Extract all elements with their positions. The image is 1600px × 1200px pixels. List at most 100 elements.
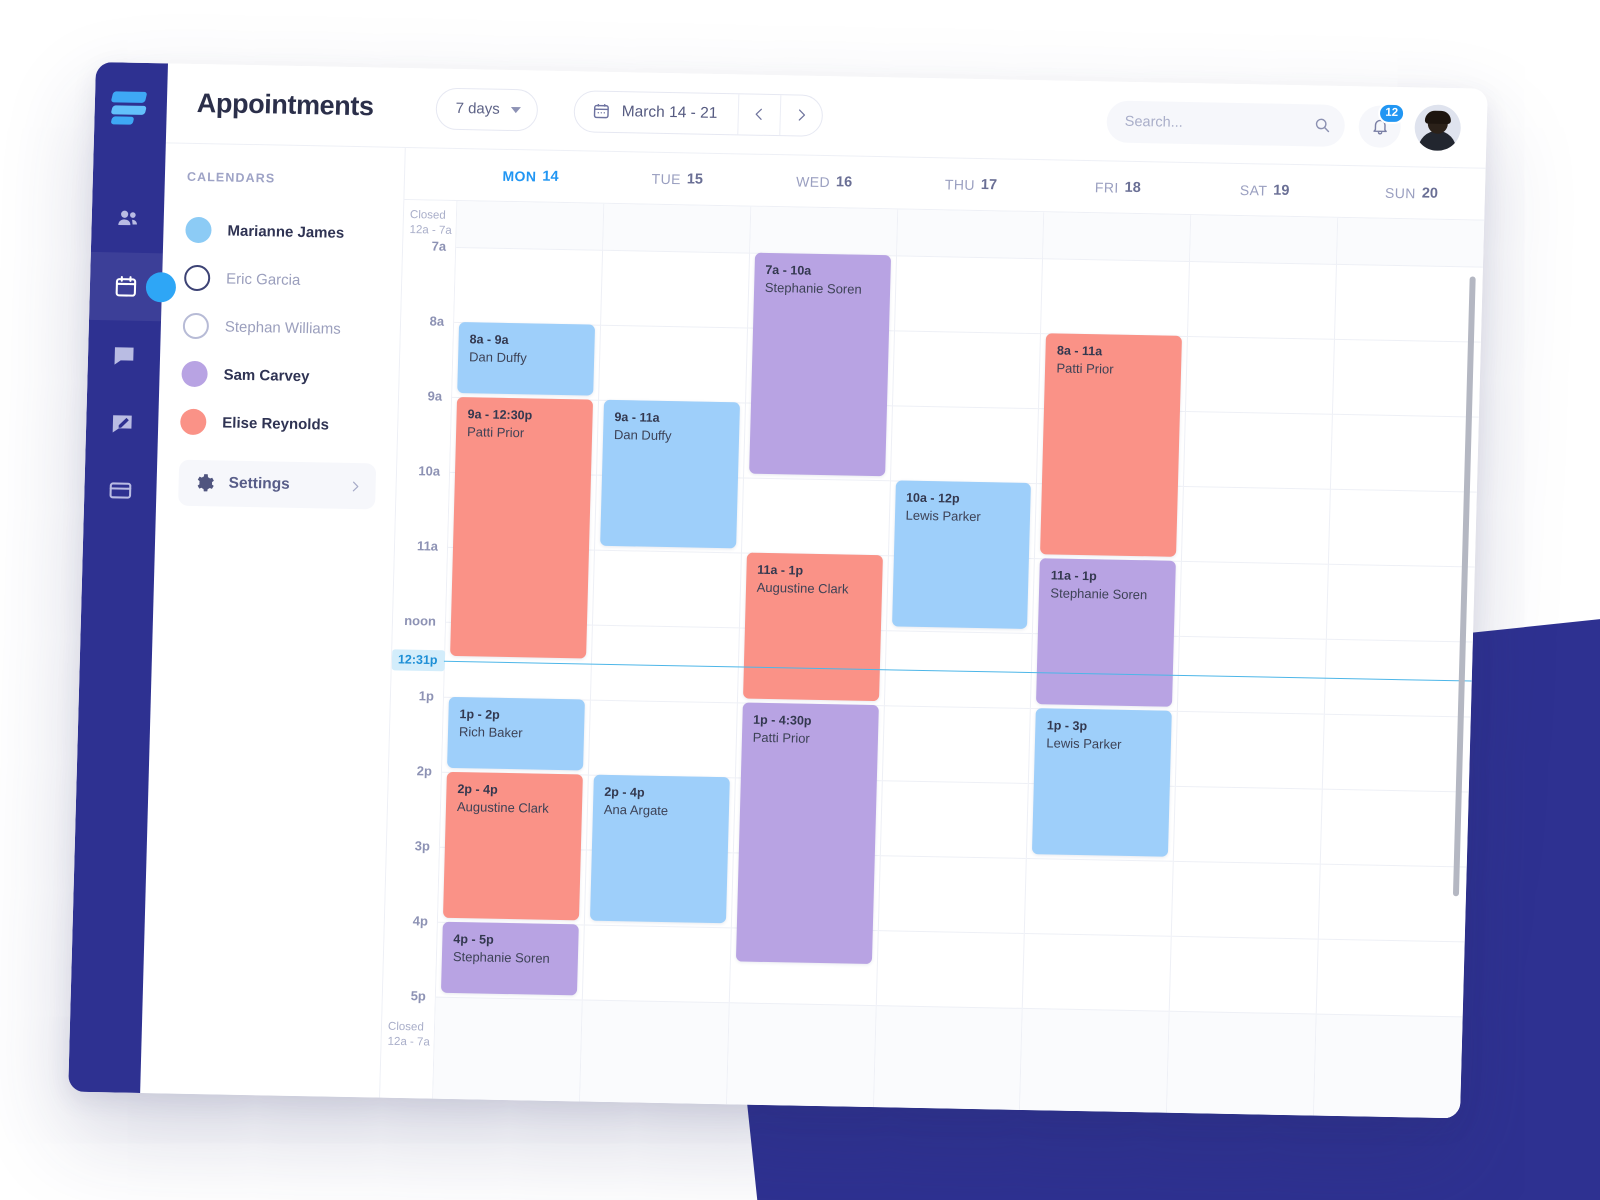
calendar-event[interactable]: 7a - 10a Stephanie Soren bbox=[748, 252, 891, 477]
day-weekday: MON bbox=[502, 167, 537, 184]
calendar-event[interactable]: 4p - 5p Stephanie Soren bbox=[440, 921, 579, 996]
hour-gridline bbox=[1025, 932, 1172, 937]
avatar[interactable] bbox=[1414, 103, 1462, 151]
day-column-wed[interactable]: 7a - 10a Stephanie Soren 11a - 1p Augustine… bbox=[725, 206, 897, 1108]
calendar-event[interactable]: 10a - 12p Lewis Parker bbox=[891, 480, 1032, 629]
hour-gridline bbox=[1331, 488, 1477, 493]
day-column-fri[interactable]: 8a - 11a Patti Prior 11a - 1p Stephanie Sor… bbox=[1019, 212, 1191, 1113]
hour-gridline bbox=[1326, 638, 1473, 643]
next-period-button[interactable] bbox=[778, 93, 822, 137]
notifications-button[interactable]: 12 bbox=[1358, 102, 1406, 148]
event-person: Stephanie Soren bbox=[764, 279, 862, 297]
event-person: Augustine Clark bbox=[756, 579, 849, 597]
calendar-color-dot[interactable] bbox=[182, 312, 210, 340]
day-weekday: WED bbox=[795, 172, 831, 190]
closed-band-bottom bbox=[1314, 1013, 1463, 1119]
calendar-event[interactable]: 9a - 11a Dan Duffy bbox=[599, 399, 740, 549]
day-number: 15 bbox=[686, 170, 704, 188]
calendar-event[interactable]: 2p - 4p Ana Argate bbox=[589, 774, 730, 924]
calendar-color-dot[interactable] bbox=[185, 216, 212, 244]
day-weekday: FRI bbox=[1094, 178, 1119, 196]
calendar-event[interactable]: 11a - 1p Augustine Clark bbox=[742, 552, 883, 702]
notification-badge: 12 bbox=[1378, 102, 1406, 124]
day-number: 20 bbox=[1421, 184, 1439, 202]
calendar-event[interactable]: 8a - 9a Dan Duffy bbox=[457, 322, 595, 396]
day-number: 17 bbox=[980, 176, 998, 193]
hour-gridline bbox=[1178, 710, 1324, 715]
calendar-event[interactable]: 9a - 12:30p Patti Prior bbox=[450, 396, 593, 658]
chevron-right-icon bbox=[798, 109, 805, 121]
calendar-list-item[interactable]: Elise Reynolds bbox=[179, 398, 378, 450]
hour-label: 2p bbox=[416, 763, 433, 779]
range-select-dropdown[interactable]: 7 days bbox=[434, 87, 539, 131]
closed-label-top: Closed 12a - 7a bbox=[409, 209, 452, 237]
day-column-sat[interactable] bbox=[1166, 215, 1338, 1116]
search-icon[interactable] bbox=[1314, 116, 1331, 133]
app-logo[interactable] bbox=[110, 88, 150, 127]
calendar-scroll-region[interactable]: Closed 12a - 7a 7a 8a 9a 10a 11a noon 1p 2p 3p 4p 5p… bbox=[380, 199, 1485, 1119]
day-header-sat[interactable]: SAT 19 bbox=[1191, 163, 1339, 217]
calendar-name: Eric Garcia bbox=[225, 270, 301, 289]
credit-card-icon bbox=[109, 482, 132, 499]
day-number: 18 bbox=[1124, 179, 1142, 196]
closed-label-bottom: Closed 12a - 7a bbox=[387, 1020, 430, 1049]
closed-band-bottom bbox=[1167, 1010, 1316, 1116]
calendar-list-item[interactable]: Stephan Williams bbox=[182, 302, 380, 354]
hour-gridline bbox=[590, 699, 737, 704]
day-header-mon[interactable]: MON 14 bbox=[456, 149, 604, 203]
day-number: 16 bbox=[835, 173, 853, 191]
day-header-thu[interactable]: THU 17 bbox=[897, 157, 1045, 211]
calendar-icon bbox=[115, 275, 137, 297]
calendar-list-item[interactable]: Sam Carvey bbox=[181, 350, 379, 402]
closed-band-top bbox=[896, 209, 1044, 259]
calendar-color-dot[interactable] bbox=[183, 264, 211, 292]
calendar-event[interactable]: 1p - 2p Rich Baker bbox=[447, 696, 585, 771]
event-person: Rich Baker bbox=[458, 724, 523, 741]
calendar-list-item[interactable]: Eric Garcia bbox=[183, 254, 382, 306]
message-icon bbox=[114, 347, 134, 365]
sidebar-item-settings[interactable]: Settings bbox=[178, 459, 377, 510]
calendar-name: Sam Carvey bbox=[223, 366, 310, 385]
hour-label: noon bbox=[404, 613, 437, 629]
day-header-wed[interactable]: WED 16 bbox=[750, 155, 898, 209]
calendar-event[interactable]: 1p - 3p Lewis Parker bbox=[1032, 708, 1173, 857]
calendar-event[interactable]: 1p - 4:30p Patti Prior bbox=[735, 702, 879, 964]
calendar-color-dot[interactable] bbox=[179, 408, 207, 436]
prev-period-button[interactable] bbox=[736, 92, 780, 136]
nav-item-messages[interactable] bbox=[87, 320, 161, 389]
day-header-tue[interactable]: TUE 15 bbox=[603, 152, 751, 206]
nav-item-billing[interactable] bbox=[84, 456, 158, 525]
nav-item-contacts[interactable] bbox=[91, 184, 165, 253]
nav-item-compose[interactable] bbox=[85, 388, 159, 457]
day-header-fri[interactable]: FRI 18 bbox=[1044, 160, 1192, 214]
calendar-event[interactable]: 11a - 1p Stephanie Soren bbox=[1036, 558, 1177, 707]
search-box[interactable] bbox=[1106, 99, 1346, 147]
hour-gridline bbox=[878, 930, 1025, 934]
calendar-color-dot[interactable] bbox=[181, 360, 208, 388]
calendar-event[interactable]: 2p - 4p Augustine Clark bbox=[442, 771, 583, 921]
event-person: Dan Duffy bbox=[468, 349, 527, 366]
date-range-button[interactable]: March 14 - 21 bbox=[574, 91, 738, 134]
chevron-right-icon bbox=[352, 481, 359, 491]
day-header-sun[interactable]: SUN 20 bbox=[1337, 166, 1485, 220]
app-window: Appointments 7 days March 14 - 21 Search… bbox=[68, 62, 1488, 1119]
search-input[interactable] bbox=[1124, 113, 1314, 133]
day-column-mon[interactable]: 8a - 9a Dan Duffy 9a - 12:30p Patti Prior 1p… bbox=[432, 200, 604, 1102]
hour-label: 1p bbox=[418, 688, 435, 704]
hour-gridline bbox=[884, 705, 1031, 710]
event-person: Stephanie Soren bbox=[1050, 585, 1148, 603]
hour-label: 11a bbox=[416, 538, 439, 554]
day-column-tue[interactable]: 9a - 11a Dan Duffy 2p - 4p Ana Argate bbox=[578, 203, 751, 1105]
hour-gridline bbox=[600, 324, 747, 329]
avatar-hair bbox=[1424, 110, 1452, 124]
hour-gridline bbox=[1322, 788, 1469, 793]
nav-item-calendar[interactable] bbox=[89, 251, 163, 322]
calendar-list-item[interactable]: Marianne James bbox=[185, 206, 383, 258]
event-person: Ana Argate bbox=[603, 801, 669, 819]
hour-gridline bbox=[1335, 338, 1481, 343]
hour-label: 9a bbox=[427, 388, 443, 404]
day-column-thu[interactable]: 10a - 12p Lewis Parker bbox=[872, 209, 1044, 1110]
calendar-event[interactable]: 8a - 11a Patti Prior bbox=[1040, 333, 1183, 557]
day-weekday: SUN bbox=[1384, 184, 1417, 201]
event-person: Patti Prior bbox=[752, 729, 810, 746]
